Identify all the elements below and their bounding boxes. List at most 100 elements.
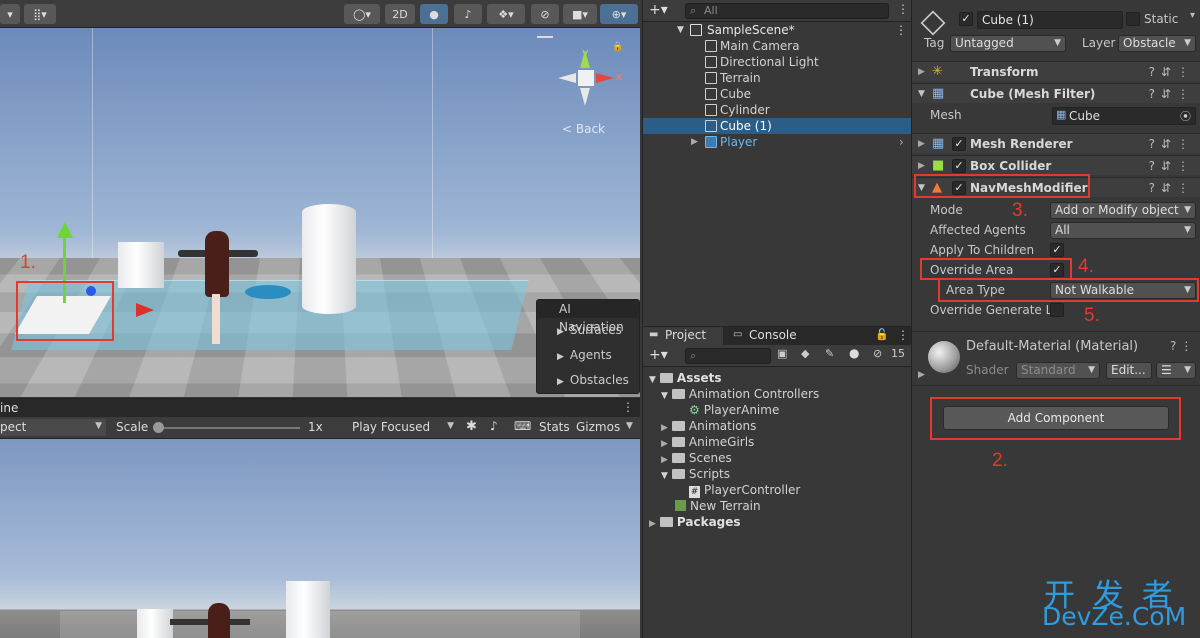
- hierarchy-item-directional-light[interactable]: Directional Light: [643, 54, 911, 70]
- box-collider-enabled-checkbox[interactable]: ✓: [952, 159, 966, 173]
- object-picker-icon[interactable]: ⦿: [1180, 108, 1191, 124]
- tag-dropdown[interactable]: Untagged ▼: [950, 35, 1066, 52]
- project-search-input[interactable]: ⌕: [685, 348, 771, 364]
- filter-by-type-icon[interactable]: ◆: [801, 347, 809, 360]
- keyboard-icon[interactable]: ⌨: [514, 419, 531, 433]
- shading-mode-button[interactable]: ◯▾: [344, 4, 380, 24]
- hierarchy-item-player[interactable]: ▶ Player ›: [643, 134, 911, 150]
- component-header-icons[interactable]: ?⇵⋮: [1149, 62, 1195, 82]
- grid-snap-button[interactable]: ⣿▾: [24, 4, 56, 24]
- mode-2d-button[interactable]: 2D: [385, 4, 415, 24]
- ai-nav-obstacles[interactable]: ▶ Obstacles: [537, 368, 639, 393]
- tab-project[interactable]: ▬ Project: [643, 327, 723, 345]
- tree-assets[interactable]: ▼ Assets: [649, 370, 722, 386]
- gizmo-y-arrow-icon[interactable]: [57, 222, 73, 238]
- hierarchy-search-input[interactable]: ⌕ All: [685, 3, 889, 19]
- filter-by-label-icon[interactable]: ✎: [825, 347, 834, 360]
- hierarchy-item-cylinder[interactable]: Cylinder: [643, 102, 911, 118]
- game-tab-label[interactable]: ine: [0, 401, 18, 415]
- tree-animations[interactable]: ▶ Animations: [661, 418, 756, 434]
- static-dropdown-icon[interactable]: ▾: [1190, 10, 1195, 21]
- lock-icon[interactable]: 🔓: [875, 328, 889, 341]
- hierarchy-item-terrain[interactable]: Terrain: [643, 70, 911, 86]
- component-header-icons[interactable]: ?⇵⋮: [1149, 134, 1195, 154]
- mode-dropdown[interactable]: Add or Modify object ▼: [1050, 202, 1196, 219]
- create-asset-button[interactable]: +▾: [649, 347, 668, 363]
- hierarchy-item-main-camera[interactable]: Main Camera: [643, 38, 911, 54]
- add-object-button[interactable]: +▾: [649, 2, 668, 18]
- tab-console[interactable]: ▭ Console: [727, 327, 807, 345]
- tree-player-anime[interactable]: ⚙ PlayerAnime: [689, 402, 779, 418]
- tree-anime-girls[interactable]: ▶ AnimeGirls: [661, 434, 754, 450]
- scene-view[interactable]: ▾ ⣿▾ ◯▾ 2D ● ♪ ❖▾ ⊘ ■▾ ⊕▾ 1. y x < Back …: [0, 0, 640, 397]
- ai-nav-agents[interactable]: ▶ Agents: [537, 343, 639, 368]
- project-menu-icon[interactable]: ⋮: [897, 328, 909, 342]
- gizmo-x-arrow-icon[interactable]: [136, 303, 154, 317]
- component-mesh-filter[interactable]: ▼ ▦ Cube (Mesh Filter) ?⇵⋮: [912, 83, 1200, 103]
- lighting-icon[interactable]: ●: [420, 4, 448, 24]
- component-transform[interactable]: ▶ ✳ Transform ?⇵⋮: [912, 61, 1200, 81]
- component-header-icons[interactable]: ?⇵⋮: [1149, 156, 1195, 176]
- hierarchy-menu-icon[interactable]: ⋮: [897, 2, 909, 16]
- scene-visibility-icon[interactable]: ⊘: [531, 4, 559, 24]
- tree-scenes[interactable]: ▶ Scenes: [661, 450, 732, 466]
- object-name-field[interactable]: Cube (1): [977, 11, 1123, 29]
- material-foldout-icon[interactable]: ▶: [918, 370, 925, 380]
- mesh-renderer-enabled-checkbox[interactable]: ✓: [952, 137, 966, 151]
- scene-root[interactable]: ▼ SampleScene* ⋮: [643, 22, 911, 38]
- tree-player-controller[interactable]: # PlayerController: [689, 482, 800, 498]
- aspect-dropdown[interactable]: pect ▼: [0, 419, 106, 436]
- cube-object[interactable]: [118, 242, 164, 288]
- lock-icon[interactable]: 🔒: [612, 42, 623, 52]
- back-view-label[interactable]: < Back: [562, 122, 605, 136]
- prefab-open-icon[interactable]: ›: [899, 134, 904, 150]
- apply-to-children-checkbox[interactable]: ✓: [1050, 243, 1064, 257]
- effects-icon[interactable]: ❖▾: [487, 4, 525, 24]
- audio-icon[interactable]: ♪: [454, 4, 482, 24]
- game-view[interactable]: ine ⋮ pect ▼ Scale 1x Play Focused ▼ ✱ ♪…: [0, 398, 640, 638]
- gizmos-icon[interactable]: ⊕▾: [600, 4, 638, 24]
- gizmos-dropdown-icon[interactable]: ▼: [626, 421, 633, 431]
- tree-packages[interactable]: ▶ Packages: [649, 514, 741, 530]
- orientation-gizmo-cube[interactable]: [578, 70, 594, 86]
- scale-slider-track[interactable]: [154, 427, 300, 429]
- static-checkbox[interactable]: [1126, 12, 1140, 26]
- tool-dropdown[interactable]: ▾: [0, 4, 20, 24]
- scene-menu-icon[interactable]: ⋮: [895, 22, 907, 38]
- tree-animation-controllers[interactable]: ▼ Animation Controllers: [661, 386, 819, 402]
- component-header-icons[interactable]: ?⇵⋮: [1149, 178, 1195, 198]
- hierarchy-item-cube-1[interactable]: Cube (1): [643, 118, 911, 134]
- mute-audio-icon[interactable]: ♪: [490, 419, 498, 433]
- override-generate-links-checkbox[interactable]: [1050, 303, 1064, 317]
- more-options-icon[interactable]: ⋮: [622, 400, 634, 414]
- hidden-packages-icon[interactable]: ⊘: [873, 347, 882, 360]
- gizmo-x-cone-icon[interactable]: [596, 73, 614, 83]
- mesh-object-field[interactable]: ▦ Cube ⦿: [1052, 107, 1196, 125]
- shader-options-dropdown[interactable]: ☰ ▼: [1156, 362, 1196, 379]
- affected-agents-dropdown[interactable]: All ▼: [1050, 222, 1196, 239]
- material-header-icons[interactable]: ?⋮: [1170, 339, 1196, 353]
- search-by-type-icon[interactable]: ▣: [777, 347, 787, 360]
- scale-slider-handle[interactable]: [153, 422, 164, 433]
- active-checkbox[interactable]: ✓: [959, 12, 973, 26]
- gizmo-neg-x-cone-icon[interactable]: [558, 73, 576, 83]
- tree-scripts[interactable]: ▼ Scripts: [661, 466, 730, 482]
- layer-dropdown[interactable]: Obstacle ▼: [1118, 35, 1196, 52]
- shader-edit-button[interactable]: Edit...: [1106, 362, 1152, 379]
- component-header-icons[interactable]: ?⇵⋮: [1149, 84, 1195, 104]
- gizmos-button[interactable]: Gizmos: [576, 420, 620, 434]
- component-box-collider[interactable]: ▶ ■ ✓ Box Collider ?⇵⋮: [912, 155, 1200, 175]
- stats-button[interactable]: Stats: [539, 420, 570, 434]
- bug-icon[interactable]: ✱: [466, 419, 477, 434]
- game-canvas[interactable]: [0, 439, 640, 638]
- hierarchy-item-cube[interactable]: Cube: [643, 86, 911, 102]
- gizmo-neg-y-cone-icon[interactable]: [580, 88, 590, 106]
- gizmo-y-cone-icon[interactable]: [580, 50, 590, 68]
- component-mesh-renderer[interactable]: ▶ ▦ ✓ Mesh Renderer ?⇵⋮: [912, 133, 1200, 153]
- play-mode-dropdown[interactable]: Play Focused ▼: [348, 419, 458, 436]
- warning-icon[interactable]: ●: [849, 346, 859, 360]
- cylinder-object[interactable]: [302, 204, 356, 314]
- overlay-menu-handle[interactable]: [537, 36, 553, 38]
- tree-new-terrain[interactable]: New Terrain: [675, 498, 761, 514]
- shader-dropdown[interactable]: Standard ▼: [1016, 362, 1100, 379]
